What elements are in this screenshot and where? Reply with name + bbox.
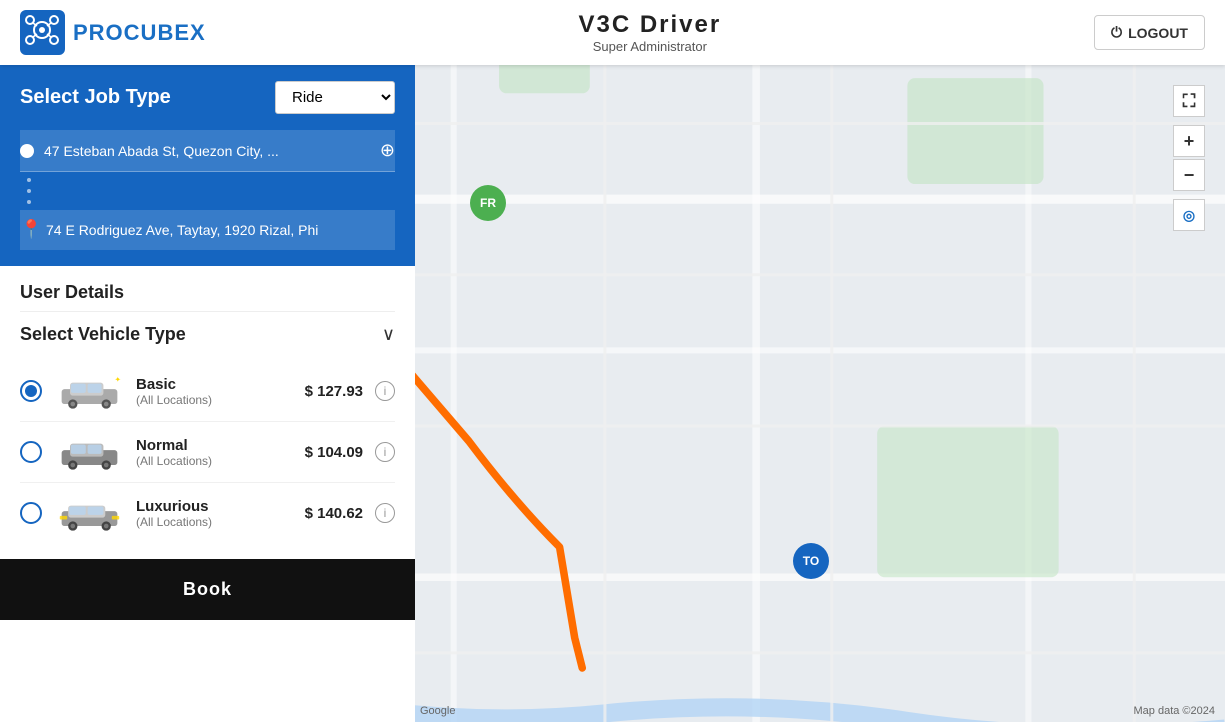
vehicle-normal-sub: (All Locations): [136, 454, 293, 468]
vehicle-basic-info: Basic (All Locations): [136, 376, 293, 407]
normal-info-icon[interactable]: i: [375, 442, 395, 462]
locate-button[interactable]: ◎: [1173, 199, 1205, 231]
to-location-row[interactable]: 📍 74 E Rodriguez Ave, Taytay, 1920 Rizal…: [20, 210, 395, 250]
vehicle-luxurious-info: Luxurious (All Locations): [136, 498, 293, 529]
header-center: V3C Driver Super Administrator: [578, 11, 721, 54]
book-button[interactable]: Book: [0, 559, 415, 620]
app-header: PROCUBEX V3C Driver Super Administrator …: [0, 0, 1225, 65]
vehicle-option-luxurious[interactable]: Luxurious (All Locations) $ 140.62 i: [20, 483, 395, 543]
luxurious-info-icon[interactable]: i: [375, 503, 395, 523]
job-type-bar: Select Job Type Ride Delivery Errand: [0, 65, 415, 130]
logo-text: PROCUBEX: [73, 20, 206, 46]
from-marker: FR: [470, 185, 506, 221]
vehicle-basic-name: Basic: [136, 376, 293, 393]
job-type-select[interactable]: Ride Delivery Errand: [275, 81, 395, 114]
map-controls: ⛶ + − ◎: [1173, 85, 1205, 231]
zoom-out-button[interactable]: −: [1173, 159, 1205, 191]
vehicle-luxurious-price: $ 140.62: [305, 505, 363, 522]
job-type-label: Select Job Type: [20, 86, 171, 109]
to-address-text: 74 E Rodriguez Ave, Taytay, 1920 Rizal, …: [46, 222, 395, 238]
map-data-attribution: Map data ©2024: [1134, 705, 1216, 717]
from-dot: [20, 144, 34, 158]
chevron-down-icon: ∨: [382, 324, 395, 345]
vehicle-normal-price: $ 104.09: [305, 444, 363, 461]
zoom-in-button[interactable]: +: [1173, 125, 1205, 157]
vehicle-basic-price: $ 127.93: [305, 383, 363, 400]
vehicle-luxurious-sub: (All Locations): [136, 515, 293, 529]
vehicle-luxurious-name: Luxurious: [136, 498, 293, 515]
logout-button[interactable]: ⏻ LOGOUT: [1094, 15, 1205, 50]
logo-icon: [20, 10, 65, 55]
fullscreen-button[interactable]: ⛶: [1173, 85, 1205, 117]
radio-luxurious[interactable]: [20, 502, 42, 524]
power-icon: ⏻: [1111, 24, 1122, 41]
sidebar-panel: Select Job Type Ride Delivery Errand 47 …: [0, 65, 415, 722]
from-location-row[interactable]: 47 Esteban Abada St, Quezon City, ... ⊕: [20, 130, 395, 172]
vehicle-option-basic[interactable]: ✦ Basic (All Locations) $ 127.93 i: [20, 361, 395, 422]
app-subtitle: Super Administrator: [578, 39, 721, 54]
car-luxurious-icon: [54, 493, 124, 533]
logo-area: PROCUBEX: [20, 10, 206, 55]
user-details-title: User Details: [20, 282, 395, 312]
vehicle-option-normal[interactable]: Normal (All Locations) $ 104.09 i: [20, 422, 395, 483]
vehicle-type-title: Select Vehicle Type: [20, 324, 186, 345]
vehicle-normal-name: Normal: [136, 437, 293, 454]
vehicle-normal-info: Normal (All Locations): [136, 437, 293, 468]
location-bar: 47 Esteban Abada St, Quezon City, ... ⊕ …: [0, 130, 415, 266]
radio-basic[interactable]: [20, 380, 42, 402]
to-marker: TO: [793, 543, 829, 579]
main-panel: User Details Select Vehicle Type ∨ ✦: [0, 266, 415, 722]
from-address-text: 47 Esteban Abada St, Quezon City, ...: [44, 143, 370, 159]
pin-icon: 📍: [20, 220, 36, 240]
logout-label: LOGOUT: [1128, 25, 1188, 41]
vehicle-type-header[interactable]: Select Vehicle Type ∨: [20, 324, 395, 345]
car-normal-icon: [54, 432, 124, 472]
gps-button[interactable]: ⊕: [380, 140, 395, 161]
car-basic-icon: ✦: [54, 371, 124, 411]
google-attribution: Google: [420, 705, 455, 717]
app-title: V3C Driver: [578, 11, 721, 39]
vehicle-basic-sub: (All Locations): [136, 393, 293, 407]
radio-normal[interactable]: [20, 441, 42, 463]
svg-text:✦: ✦: [114, 374, 120, 383]
basic-info-icon[interactable]: i: [375, 381, 395, 401]
